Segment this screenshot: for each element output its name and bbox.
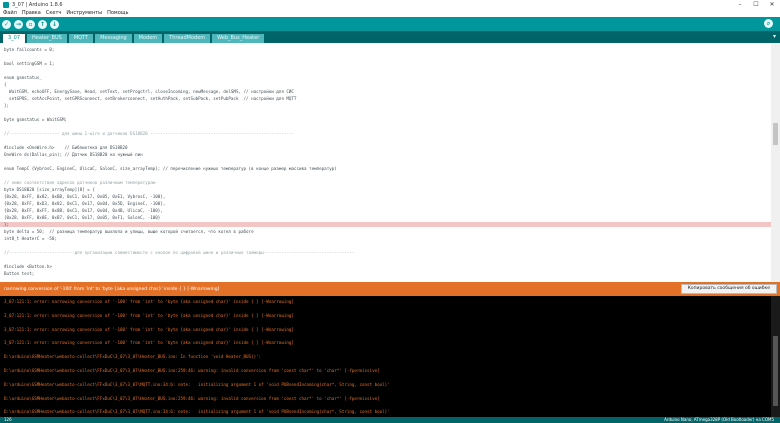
menu-edit[interactable]: Правка <box>22 10 41 16</box>
console-line: 3_07:121:1: error: narrowing conversion … <box>4 313 294 318</box>
console-line: D:\arduino\GSMHeater\webasto-collect\FFx… <box>4 396 380 401</box>
tab-3-07[interactable]: 3_07 <box>3 34 26 43</box>
code-line: #include <Button.h> <box>4 264 52 269</box>
code-line: Button test; <box>4 271 35 276</box>
console-line: D:\arduino\GSMHeater\webasto-collect\FFx… <box>4 382 390 387</box>
error-message: narrowing conversion of '-100' from 'int… <box>4 286 220 292</box>
code-line: //--------------------------для организа… <box>4 250 355 255</box>
editor-scroll-thumb[interactable] <box>773 123 778 145</box>
verify-button[interactable]: ✓ <box>2 19 11 29</box>
maximize-button[interactable]: ☐ <box>748 0 764 9</box>
tab-mqtt[interactable]: MQTT <box>68 34 94 43</box>
window-title: 3_07 | Arduino 1.8.6 <box>12 1 63 8</box>
code-line: }; <box>4 103 10 108</box>
code-line: #include <OneWire.h> // Библиотека для D… <box>4 145 128 150</box>
upload-button[interactable]: → <box>14 19 23 29</box>
code-line: OneWire ds(Dallas_pin); // Датчик DS18B2… <box>4 152 143 157</box>
code-line: enum gsmstatus_ <box>4 75 42 80</box>
tab-menu-icon[interactable]: ▾ <box>773 33 776 40</box>
menu-help[interactable]: Помощь <box>107 10 128 16</box>
console-line: 3_07:121:1: error: narrowing conversion … <box>4 327 294 332</box>
code-line: byte DS18B20 [size_arrayTemp][8] = { <box>4 187 95 192</box>
code-line: byte failcounts = 0; <box>4 47 55 52</box>
minimize-button[interactable]: – <box>732 0 748 9</box>
sketch-tabs: 3_07 Heater_BUS MQTT Messaging Modem Thr… <box>0 31 780 43</box>
menu-bar: Файл Правка Скетч Инструменты Помощь <box>0 9 780 17</box>
menu-sketch[interactable]: Скетч <box>46 10 61 16</box>
arduino-app-icon <box>3 1 9 8</box>
compiler-console[interactable]: 3_07:121:1: error: narrowing conversion … <box>0 296 771 417</box>
tab-threadmodem[interactable]: ThreadModem <box>164 34 211 43</box>
copy-error-button[interactable]: Копировать сообщения об ошибке <box>680 284 777 294</box>
toolbar: ✓ → ▫ ↑ ↓ ⌕ <box>0 17 780 31</box>
console-scrollbar[interactable] <box>771 296 780 417</box>
console-line: D:\arduino\GSMHeater\webasto-collect\FFx… <box>4 354 262 359</box>
line-number: 126 <box>4 417 12 422</box>
error-highlighted-line: }; <box>0 222 771 227</box>
code-line: bool settingGSM = 1; <box>4 61 55 66</box>
console-line: D:\arduino\GSMHeater\webasto-collect\FFx… <box>4 409 390 414</box>
code-line: {0x28, 0xFF, 0xFF, 0x8B, 0xC1, 0x17, 0x0… <box>4 208 163 213</box>
console-line: D:\arduino\GSMHeater\webasto-collect\FFx… <box>4 368 380 373</box>
status-bar: 126 Arduino Nano, ATmega328P (Old Bootlo… <box>0 417 780 423</box>
console-line: 3_07:121:1: error: narrowing conversion … <box>4 340 294 345</box>
tab-web-bus-heater[interactable]: Web_Bus_Heater <box>212 34 265 43</box>
serial-monitor-button[interactable]: ⌕ <box>764 19 773 28</box>
save-button[interactable]: ↓ <box>50 19 59 29</box>
code-line: // ниже соответствие адресов датчиков ра… <box>4 180 156 185</box>
code-line: byte delta = 50; // разница температур в… <box>4 229 254 234</box>
code-line: enum TempC {VybrosC, EngineC, UlicaC, Sa… <box>4 166 337 171</box>
menu-tools[interactable]: Инструменты <box>66 10 102 16</box>
code-line: WaitGSM, echoOFF, EnergySave, Head, setT… <box>4 89 294 94</box>
console-scroll-thumb[interactable] <box>773 336 778 406</box>
new-sketch-button[interactable]: ▫ <box>26 19 35 29</box>
code-line: byte gsmstatus = WaitGSM; <box>4 117 68 122</box>
code-editor[interactable]: byte failcounts = 0; bool settingGSM = 1… <box>0 43 771 282</box>
tab-modem[interactable]: Modem <box>133 34 163 43</box>
tab-heater-bus[interactable]: Heater_BUS <box>27 34 67 43</box>
window-controls: – ☐ ✕ <box>732 0 780 9</box>
code-line: setGPRS, setAccPoint, setGPRSconnect, se… <box>4 96 297 101</box>
menu-file[interactable]: Файл <box>3 10 17 16</box>
code-line: {0x28, 0xFF, 0x82, 0xBB, 0xC1, 0x17, 0x0… <box>4 194 166 199</box>
close-button[interactable]: ✕ <box>764 0 780 9</box>
tab-messaging[interactable]: Messaging <box>95 34 132 43</box>
code-line: {0x28, 0xFF, 0x8E, 0xB7, 0xC1, 0x17, 0x0… <box>4 215 161 220</box>
code-line: //-------------------- для шины 1-wire и… <box>4 131 294 136</box>
error-message-bar: narrowing conversion of '-100' from 'int… <box>0 282 780 296</box>
board-info: Arduino Nano, ATmega328P (Old Bootloader… <box>664 417 774 422</box>
title-bar: 3_07 | Arduino 1.8.6 – ☐ ✕ <box>0 0 780 9</box>
open-button[interactable]: ↑ <box>38 19 47 29</box>
code-line: { <box>4 82 7 87</box>
code-line: int8_t HeaterC = -50; <box>4 236 57 241</box>
editor-scrollbar[interactable] <box>771 43 780 282</box>
console-line: 3_07:121:1: error: narrowing conversion … <box>4 299 294 304</box>
code-line: {0x28, 0xFF, 0xD3, 0x82, 0xC1, 0x17, 0x0… <box>4 201 166 206</box>
